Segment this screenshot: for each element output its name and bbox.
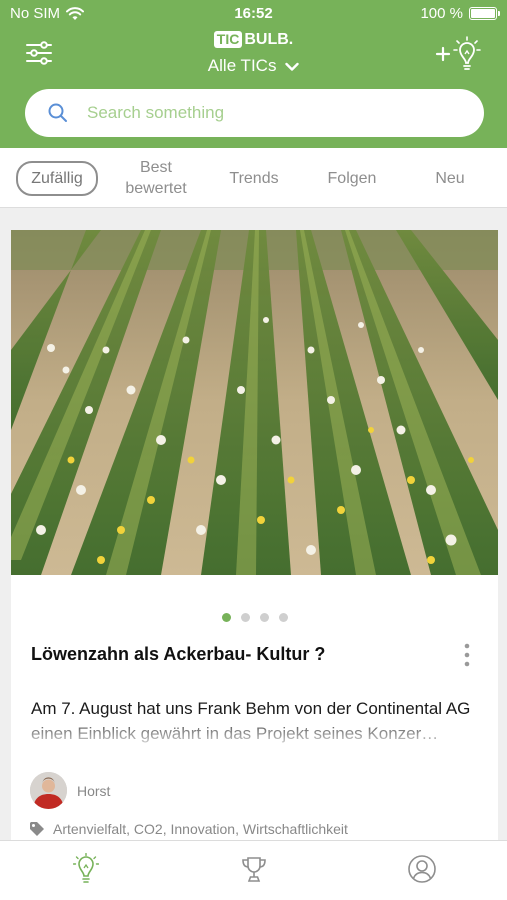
tab-trends[interactable]: Trends	[210, 148, 298, 208]
tab-label: Zufällig	[16, 160, 98, 196]
card-image[interactable]	[11, 230, 498, 575]
tic-card[interactable]: Löwenzahn als Ackerbau- Kultur ? Am 7. A…	[11, 230, 498, 850]
nav-profile[interactable]	[402, 849, 442, 889]
more-vertical-icon	[464, 643, 470, 667]
carousel-dot[interactable]	[221, 613, 231, 622]
card-description[interactable]: Am 7. August hat uns Frank Behm von der …	[31, 696, 481, 746]
carousel-dots	[11, 613, 498, 622]
profile-icon	[408, 855, 436, 883]
avatar-photo	[30, 772, 67, 809]
tab-label: Best bewertet	[125, 159, 187, 197]
status-right: 100 %	[420, 5, 500, 22]
sort-tabs: Zufällig Best bewertet Trends Folgen Neu	[0, 148, 507, 208]
tag-list: Artenvielfalt, CO2, Innovation, Wirtscha…	[29, 821, 348, 837]
tab-label: Trends	[229, 169, 279, 187]
card-title[interactable]: Löwenzahn als Ackerbau- Kultur ?	[31, 644, 451, 665]
avatar	[30, 772, 67, 809]
more-options-button[interactable]	[462, 642, 472, 668]
author-link[interactable]: Horst	[30, 772, 110, 809]
carousel-dot[interactable]	[278, 613, 288, 622]
carousel-dot[interactable]	[259, 613, 269, 622]
status-bar: No SIM 16:52 100 %	[0, 0, 507, 28]
tag-icon	[30, 822, 44, 836]
tab-zufaellig[interactable]: Zufällig	[8, 148, 106, 208]
tags-text[interactable]: Artenvielfalt, CO2, Innovation, Wirtscha…	[53, 821, 348, 837]
nav-ranking[interactable]	[234, 849, 274, 889]
logo-bulb: BULB.	[244, 31, 294, 48]
battery-icon	[469, 7, 500, 20]
add-lightbulb-icon	[435, 36, 481, 70]
search-input[interactable]	[87, 99, 467, 127]
text-fade	[31, 721, 481, 746]
tab-folgen[interactable]: Folgen	[306, 148, 398, 208]
battery-percent: 100 %	[420, 5, 463, 22]
search-icon	[48, 103, 67, 122]
tab-best-bewertet[interactable]: Best bewertet	[108, 148, 204, 208]
tab-label: Neu	[435, 169, 465, 187]
author-name: Horst	[77, 782, 111, 799]
carousel-dot[interactable]	[240, 613, 250, 622]
dandelion-field-photo	[11, 230, 498, 575]
trophy-icon	[242, 857, 266, 882]
tab-neu[interactable]: Neu	[406, 148, 494, 208]
app-header: No SIM 16:52 100 % TIC BULB. Alle TICs	[0, 0, 507, 148]
tab-label: Folgen	[327, 169, 377, 187]
logo-tic: TIC	[213, 31, 243, 48]
lightbulb-icon	[73, 853, 99, 883]
bottom-navigation	[0, 840, 507, 900]
search-bar[interactable]	[25, 89, 484, 137]
nav-ideas[interactable]	[66, 849, 106, 889]
add-idea-button[interactable]	[429, 34, 485, 74]
tic-filter-label: Alle TICs	[207, 56, 277, 75]
chevron-down-icon	[285, 62, 299, 71]
